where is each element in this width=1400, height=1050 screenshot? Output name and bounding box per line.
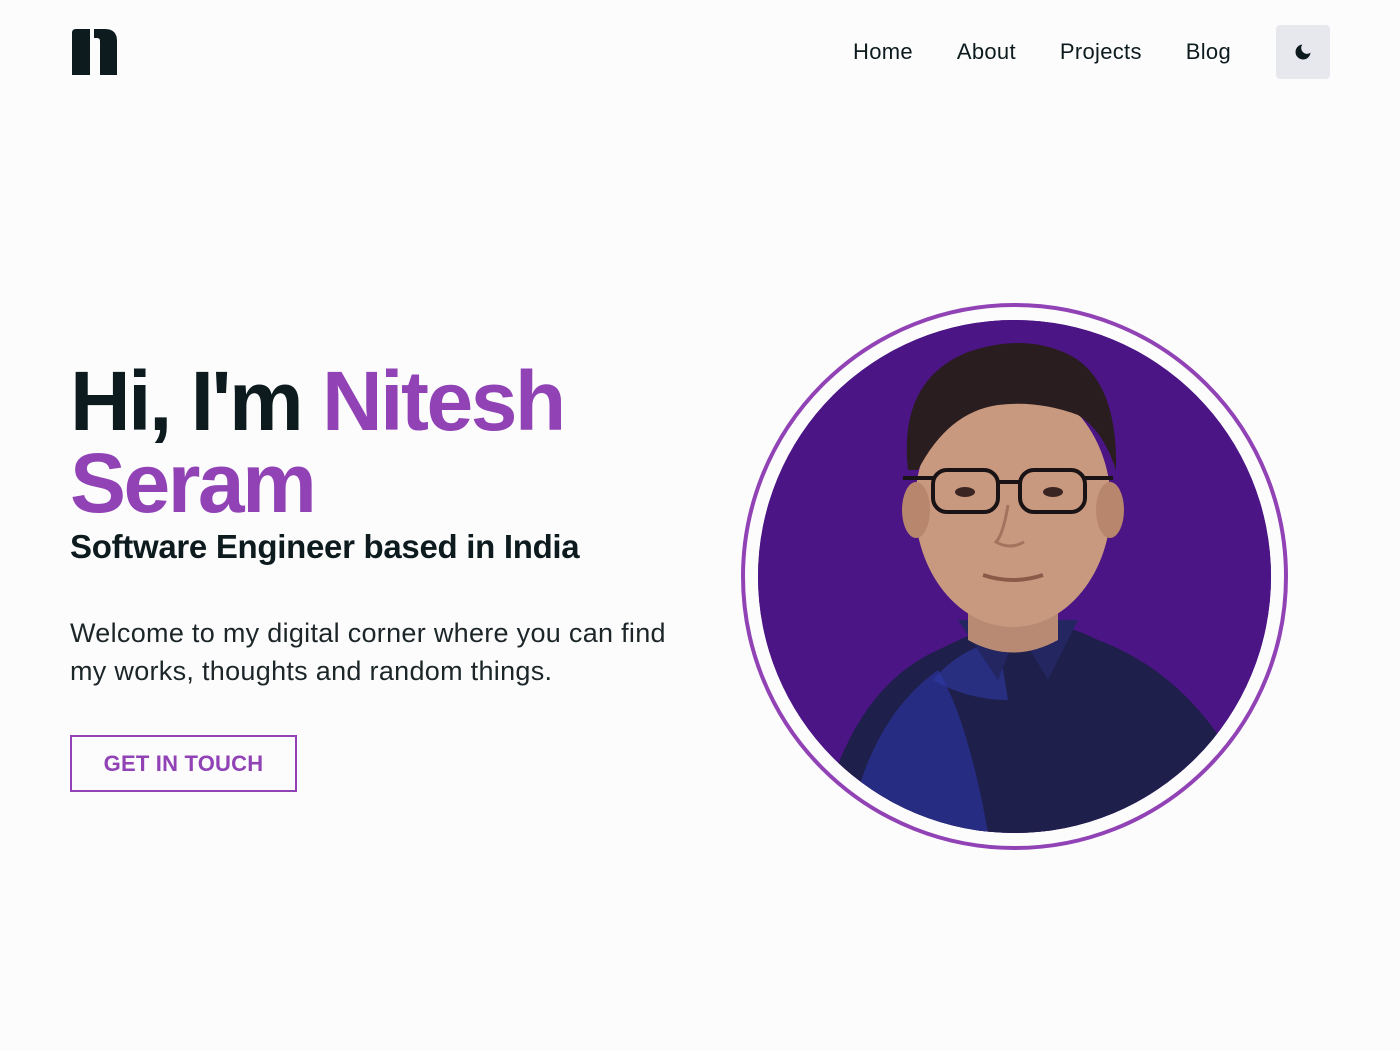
nav-link-about[interactable]: About (957, 39, 1016, 65)
hero-subtitle: Software Engineer based in India (70, 528, 580, 565)
theme-toggle-button[interactable] (1276, 25, 1330, 79)
nav-link-home[interactable]: Home (853, 39, 913, 65)
hero-title: Hi, I'm Nitesh Seram (70, 359, 710, 525)
nav-link-projects[interactable]: Projects (1060, 39, 1142, 65)
logo-icon[interactable] (72, 29, 117, 75)
main-nav: Home About Projects Blog (853, 25, 1330, 79)
profile-photo (758, 320, 1271, 833)
profile-avatar (758, 320, 1271, 833)
get-in-touch-button[interactable]: GET IN TOUCH (70, 735, 297, 792)
page: Home About Projects Blog Hi, I'm Nitesh … (0, 0, 1400, 1050)
hero-greeting: Hi, I'm (70, 354, 323, 448)
hero-intro: Welcome to my digital corner where you c… (70, 618, 666, 686)
moon-icon (1295, 44, 1311, 60)
nav-link-blog[interactable]: Blog (1186, 39, 1231, 65)
